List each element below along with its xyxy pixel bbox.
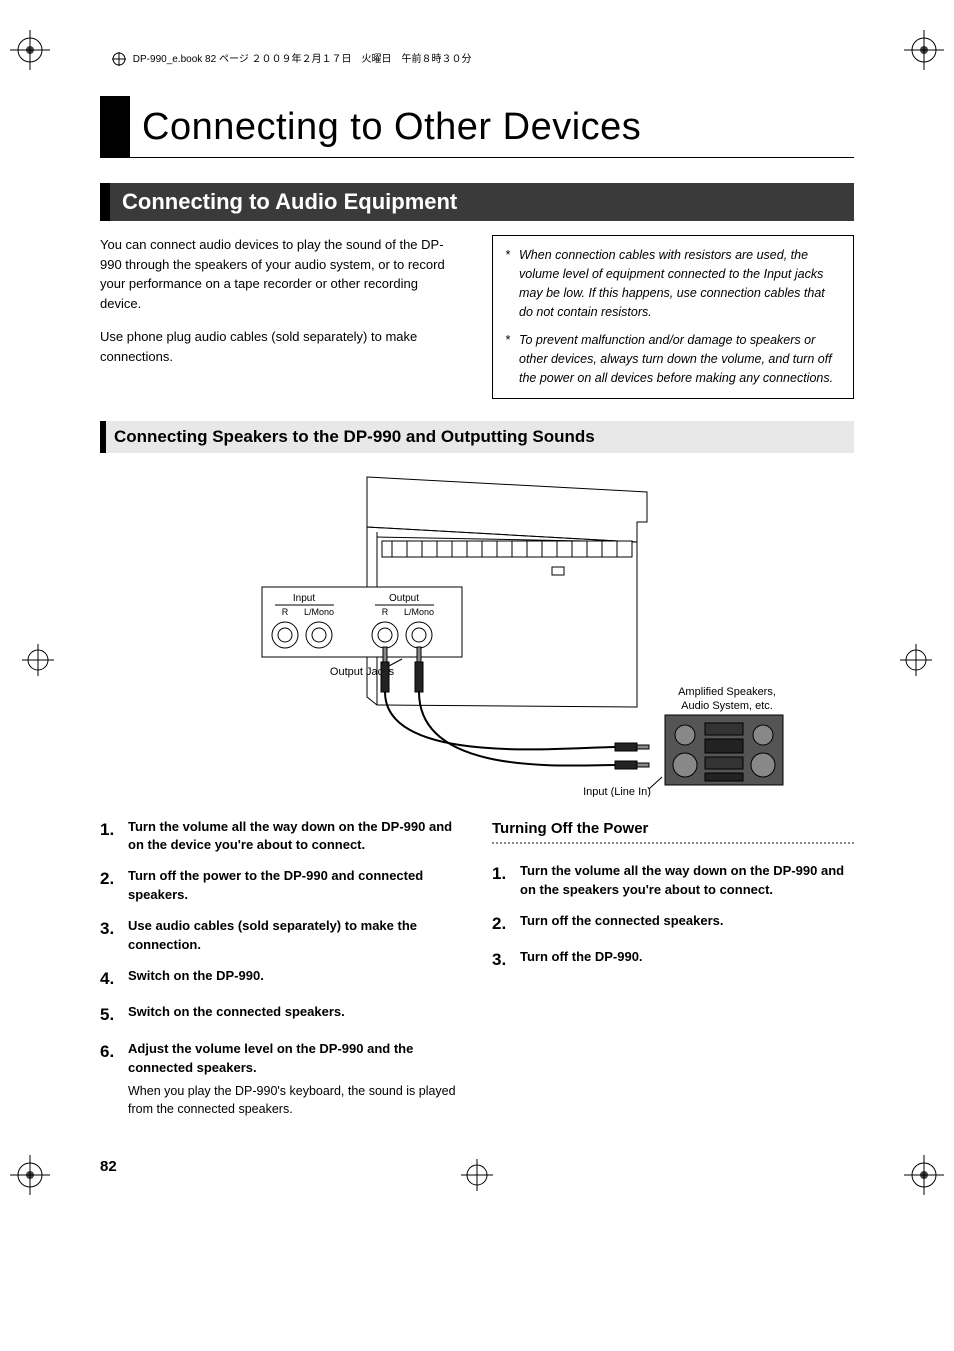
step-text: Turn off the connected speakers. [520,912,854,931]
note-1: When connection cables with resistors ar… [519,246,841,321]
chapter-tab [100,96,130,157]
chapter-title-row: Connecting to Other Devices [100,96,854,158]
page-number: 82 [100,1158,854,1175]
chapter-title: Connecting to Other Devices [142,96,641,157]
step-number: 2. [492,912,520,937]
step-subtext: When you play the DP-990's keyboard, the… [128,1082,462,1118]
step-text: Adjust the volume level on the DP-990 an… [128,1040,462,1078]
step-number: 5. [100,1003,128,1028]
svg-text:R: R [282,607,289,617]
diagram-line-in-label: Input (Line In) [583,786,651,797]
step-number: 3. [492,948,520,973]
diagram-speakers-label1: Amplified Speakers, [678,686,776,698]
step-text: Switch on the connected speakers. [128,1003,462,1022]
intro-p1: You can connect audio devices to play th… [100,235,462,313]
note-box: *When connection cables with resistors a… [492,235,854,398]
step-text: Switch on the DP-990. [128,967,462,986]
steps-right: 1.Turn the volume all the way down on th… [492,862,854,973]
book-header-line: DP-990_e.book 82 ページ ２００９年２月１７日 火曜日 午前８時… [112,50,854,66]
step-text: Use audio cables (sold separately) to ma… [128,917,462,955]
section-title: Connecting to Audio Equipment [100,183,854,221]
asterisk: * [505,246,519,321]
diagram-input-label: Input [293,593,315,604]
diagram-output-label: Output [389,593,419,604]
step-number: 1. [100,818,128,856]
subsection-title: Connecting Speakers to the DP-990 and Ou… [100,421,854,453]
step-text: Turn the volume all the way down on the … [520,862,854,900]
connection-diagram: Input R L/Mono Output R L/Mono Output Ja… [167,467,787,802]
step-text: Turn off the DP-990. [520,948,854,967]
diagram-speakers-label2: Audio System, etc. [681,700,773,712]
step-number: 2. [100,867,128,905]
turning-off-heading: Turning Off the Power [492,818,854,841]
intro-p2: Use phone plug audio cables (sold separa… [100,327,462,366]
steps-left: 1.Turn the volume all the way down on th… [100,818,462,1118]
asterisk: * [505,331,519,387]
step-text: Turn the volume all the way down on the … [128,818,462,856]
svg-text:L/Mono: L/Mono [404,607,434,617]
step-number: 4. [100,967,128,992]
svg-text:R: R [382,607,389,617]
note-2: To prevent malfunction and/or damage to … [519,331,841,387]
step-number: 3. [100,917,128,955]
dotted-rule [492,842,854,844]
step-text: Turn off the power to the DP-990 and con… [128,867,462,905]
svg-text:L/Mono: L/Mono [304,607,334,617]
step-number: 6. [100,1040,128,1118]
header-text: DP-990_e.book 82 ページ ２００９年２月１７日 火曜日 午前８時… [133,54,472,65]
step-number: 1. [492,862,520,900]
